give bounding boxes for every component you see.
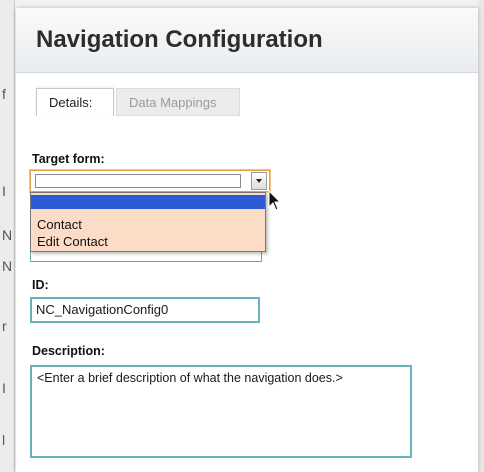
chevron-down-icon [256, 179, 262, 183]
background-text-fragment: N [2, 258, 13, 274]
background-text-fragment: I [2, 183, 6, 199]
background-text-fragment: f [2, 86, 6, 102]
dialog-header: Navigation Configuration [16, 8, 478, 73]
option-blank[interactable] [31, 195, 265, 209]
background-divider [14, 0, 15, 472]
id-label: ID: [32, 278, 49, 292]
option-contact[interactable]: Contact [31, 217, 265, 233]
background-text-fragment: r [2, 318, 7, 334]
target-form-label: Target form: [32, 152, 105, 166]
dialog-title: Navigation Configuration [36, 26, 323, 53]
tab-data-mappings[interactable]: Data Mappings [116, 88, 240, 116]
dropdown-arrow-button[interactable] [251, 172, 267, 190]
target-form-options-list[interactable]: Contact Edit Contact [30, 192, 266, 252]
id-field[interactable]: NC_NavigationConfig0 [30, 297, 260, 323]
option-edit-contact[interactable]: Edit Contact [31, 234, 265, 250]
background-right-edge [478, 0, 484, 472]
background-top-bar [0, 0, 484, 8]
target-form-selected-value [35, 174, 241, 188]
description-field[interactable]: <Enter a brief description of what the n… [30, 365, 412, 458]
background-text-fragment: l [2, 432, 6, 448]
description-label: Description: [32, 344, 105, 358]
background-text-fragment: I [2, 380, 6, 396]
tab-details[interactable]: Details: [36, 88, 114, 116]
background-text-fragment: N [2, 227, 13, 243]
mouse-cursor-icon [268, 190, 282, 211]
target-form-select[interactable] [29, 169, 271, 193]
navigation-configuration-dialog: Navigation Configuration Details: Data M… [16, 8, 478, 472]
